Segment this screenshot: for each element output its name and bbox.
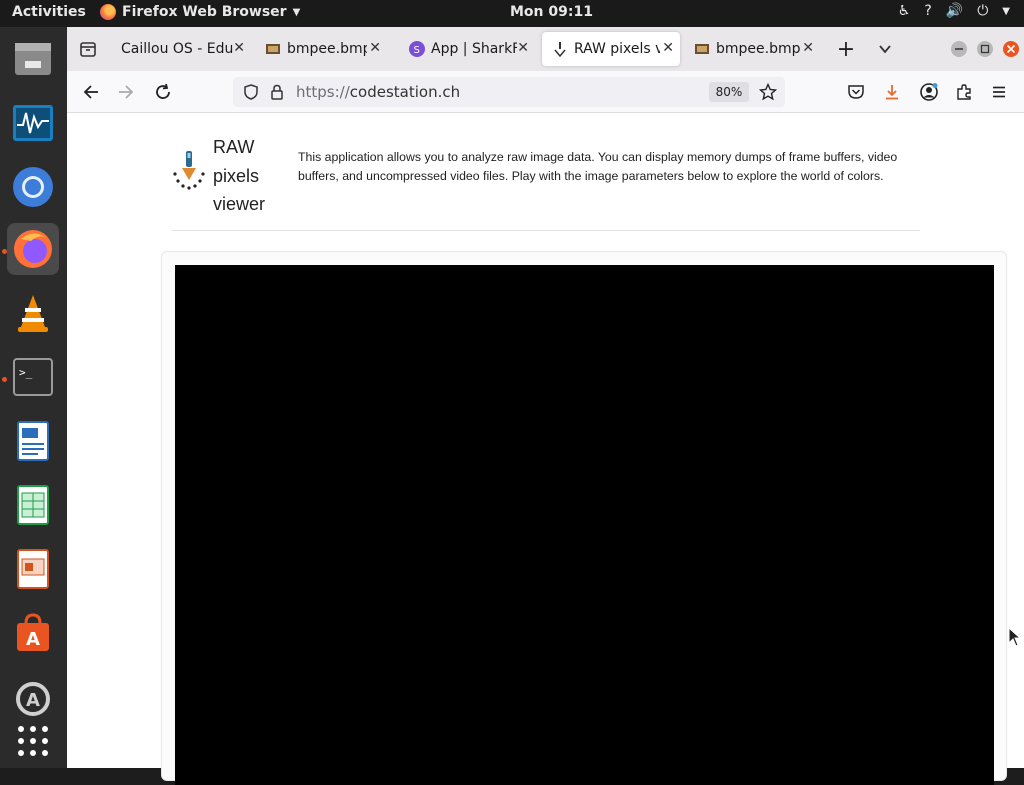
files-icon[interactable] (7, 33, 59, 85)
tab[interactable]: Caillou OS - Edu ✕ (111, 32, 251, 66)
url-protocol: https:// (296, 83, 350, 101)
web-page: RAW pixels viewer This application allow… (67, 113, 1024, 785)
calc-icon[interactable] (7, 479, 59, 531)
chevron-down-icon[interactable]: ▼ (1002, 6, 1010, 17)
minimize-button[interactable] (947, 37, 971, 61)
shield-icon[interactable] (239, 80, 263, 104)
accessibility-icon[interactable]: ♿ (898, 3, 911, 19)
svg-text:A: A (26, 690, 40, 711)
app-description: This application allows you to analyze r… (298, 150, 898, 183)
menu-icon[interactable] (987, 80, 1011, 104)
tab-overview-icon[interactable] (76, 37, 100, 61)
reload-button[interactable] (151, 80, 175, 104)
tab-title: Caillou OS - Edu (121, 41, 233, 57)
gnome-top-bar: Activities Firefox Web Browser ▼ Mon 09:… (0, 0, 1024, 27)
pocket-icon[interactable] (844, 80, 868, 104)
divider (172, 230, 920, 231)
app-grid-icon[interactable] (7, 715, 59, 767)
raw-pixels-icon (554, 42, 566, 57)
svg-text:>_: >_ (19, 366, 33, 379)
tab[interactable]: S App | SharkF ✕ (399, 32, 535, 66)
raw-image-canvas[interactable] (175, 265, 994, 785)
clock[interactable]: Mon 09:11 (510, 4, 593, 20)
app-menu[interactable]: Firefox Web Browser ▼ (100, 4, 300, 20)
extensions-icon[interactable] (952, 80, 976, 104)
writer-icon[interactable] (7, 415, 59, 467)
app-logo-icon (173, 151, 205, 190)
close-window-button[interactable] (999, 37, 1023, 61)
system-monitor-icon[interactable] (7, 97, 59, 149)
downloads-icon[interactable] (880, 80, 904, 104)
list-all-tabs-button[interactable] (873, 37, 897, 61)
new-tab-button[interactable]: + (834, 37, 858, 62)
tab-title: bmpee.bmp (287, 41, 367, 57)
running-indicator (2, 377, 7, 382)
sharkfin-icon: S (409, 41, 425, 57)
account-icon[interactable] (917, 80, 941, 104)
app-title-line: viewer (213, 194, 266, 214)
close-icon[interactable]: ✕ (662, 40, 674, 56)
close-icon[interactable]: ✕ (369, 40, 381, 56)
image-file-icon (695, 44, 709, 54)
lock-icon[interactable] (265, 80, 289, 104)
url-bar[interactable]: https://codestation.ch 80% (233, 77, 785, 107)
system-tray[interactable]: ♿ ? 🔊 ⏻ ▼ (898, 3, 1010, 19)
terminal-icon[interactable]: >_ (7, 351, 59, 403)
tab-strip: Caillou OS - Edu ✕ bmpee.bmp ✕ S App | S… (67, 27, 1024, 71)
app-title-line: RAW (213, 137, 255, 157)
running-indicator (2, 249, 7, 254)
app-title: RAW pixels viewer (213, 133, 265, 219)
svg-text:S: S (414, 45, 420, 56)
dock: >_ A A (0, 27, 67, 768)
maximize-button[interactable] (973, 37, 997, 61)
impress-icon[interactable] (7, 543, 59, 595)
tab-active[interactable]: RAW pixels v ✕ (542, 32, 680, 66)
browser-window: Caillou OS - Edu ✕ bmpee.bmp ✕ S App | S… (67, 27, 1024, 785)
tab-title: RAW pixels v (574, 41, 660, 57)
firefox-icon (100, 4, 116, 20)
zoom-indicator[interactable]: 80% (709, 82, 749, 102)
back-button[interactable] (79, 80, 103, 104)
chromium-icon[interactable] (7, 161, 59, 213)
network-icon[interactable]: ? (924, 3, 931, 19)
close-icon[interactable]: ✕ (802, 40, 814, 56)
image-file-icon (266, 44, 280, 54)
navigation-toolbar: https://codestation.ch 80% (67, 71, 1024, 113)
vlc-icon[interactable] (7, 287, 59, 339)
tab[interactable]: bmpee.bmp ✕ (255, 32, 387, 66)
volume-icon[interactable]: 🔊 (946, 3, 963, 19)
power-icon[interactable]: ⏻ (977, 3, 988, 19)
software-center-icon[interactable]: A (7, 607, 59, 659)
url-host: codestation.ch (349, 83, 461, 101)
url-text[interactable]: https://codestation.ch (296, 83, 460, 101)
app-menu-label: Firefox Web Browser (122, 4, 287, 20)
tab[interactable]: bmpee.bmp ✕ (684, 32, 820, 66)
close-icon[interactable]: ✕ (517, 40, 529, 56)
close-icon[interactable]: ✕ (233, 40, 245, 56)
firefox-icon[interactable] (7, 223, 59, 275)
forward-button[interactable] (114, 80, 138, 104)
app-title-line: pixels (213, 165, 260, 186)
tab-title: bmpee.bmp (716, 41, 800, 57)
chevron-down-icon: ▼ (292, 6, 301, 18)
tab-title: App | SharkF (431, 41, 517, 57)
bookmark-star-icon[interactable] (756, 80, 780, 104)
mouse-cursor-icon (1008, 627, 1020, 647)
activities-button[interactable]: Activities (12, 4, 86, 20)
svg-text:A: A (26, 629, 40, 650)
